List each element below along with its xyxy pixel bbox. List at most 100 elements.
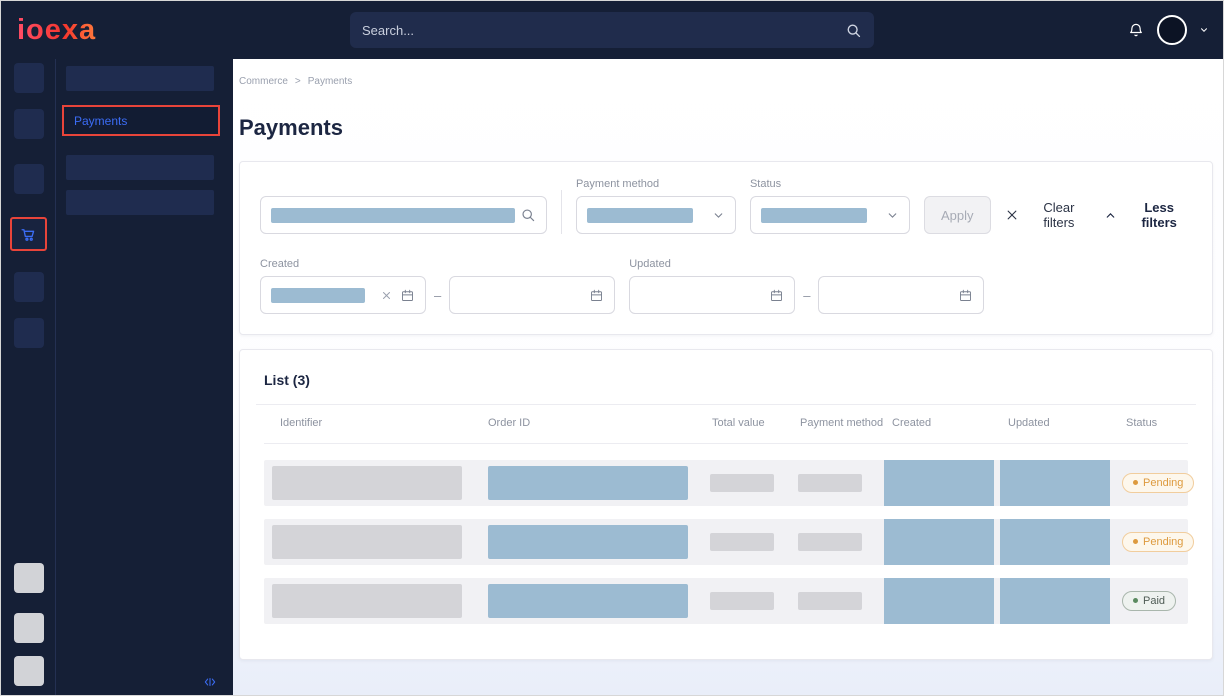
order-id-placeholder	[488, 525, 688, 559]
updated-to-input[interactable]	[818, 276, 984, 314]
created-placeholder	[884, 519, 994, 565]
date-range-dash: –	[434, 288, 441, 303]
status-badge: Pending	[1122, 532, 1194, 552]
clear-filters-button[interactable]: Clear filters	[1005, 196, 1091, 234]
updated-placeholder	[1000, 460, 1110, 506]
identifier-placeholder	[272, 466, 462, 500]
account-menu-button[interactable]	[1199, 25, 1209, 35]
sidebar-item-3[interactable]	[66, 155, 214, 180]
created-to-input[interactable]	[449, 276, 615, 314]
breadcrumb-payments: Payments	[308, 76, 352, 87]
rail-nav-item-6[interactable]	[14, 318, 44, 348]
main-content: Commerce > Payments Payments	[233, 59, 1223, 695]
updated-placeholder	[1000, 578, 1110, 624]
less-filters-button[interactable]: Less filters	[1104, 196, 1192, 234]
status-label: Paid	[1143, 595, 1165, 607]
chevron-down-icon	[712, 209, 725, 222]
collapse-icon	[203, 675, 217, 689]
status-label: Pending	[1143, 536, 1183, 548]
payment-method-label: Payment method	[576, 178, 736, 190]
filter-search-value-placeholder	[271, 208, 515, 223]
status-badge: Paid	[1122, 591, 1176, 611]
search-icon	[845, 22, 862, 39]
rail-nav-item-3[interactable]	[14, 164, 44, 194]
table-row[interactable]: Pending	[264, 519, 1188, 565]
calendar-icon	[958, 288, 973, 303]
search-icon	[520, 207, 536, 223]
column-order-id: Order ID	[480, 417, 704, 431]
status-label: Status	[750, 178, 910, 190]
rail-nav-item-7[interactable]	[14, 563, 44, 593]
rail-nav-item-8[interactable]	[14, 613, 44, 643]
notifications-button[interactable]	[1127, 21, 1145, 39]
sidebar-panel: Payments	[56, 59, 233, 695]
shopping-cart-icon	[19, 225, 38, 244]
identifier-placeholder	[272, 525, 462, 559]
breadcrumb-commerce[interactable]: Commerce	[239, 76, 288, 87]
status-badge: Pending	[1122, 473, 1194, 493]
updated-label: Updated	[629, 258, 984, 270]
updated-placeholder	[1000, 519, 1110, 565]
column-created: Created	[884, 417, 1000, 431]
status-select[interactable]	[750, 196, 910, 234]
global-search-input[interactable]	[362, 23, 845, 38]
order-id-placeholder	[488, 466, 688, 500]
less-filters-label: Less filters	[1126, 200, 1192, 230]
status-value-placeholder	[761, 208, 867, 223]
payment-method-placeholder	[798, 533, 862, 551]
created-placeholder	[884, 460, 994, 506]
sidebar-item-1[interactable]	[66, 66, 214, 91]
chevron-down-icon	[886, 209, 899, 222]
breadcrumb: Commerce > Payments	[239, 59, 1213, 87]
order-id-placeholder	[488, 584, 688, 618]
rail-nav-item-1[interactable]	[14, 63, 44, 93]
topbar: ioexa	[1, 1, 1223, 59]
sidebar-item-payments[interactable]: Payments	[62, 105, 220, 136]
payment-method-select[interactable]	[576, 196, 736, 234]
apply-button[interactable]: Apply	[924, 196, 991, 234]
rail-nav-item-9[interactable]	[14, 656, 44, 686]
column-identifier: Identifier	[264, 417, 480, 431]
bell-icon	[1127, 21, 1145, 39]
app-window: ioexa	[0, 0, 1224, 696]
rail-nav-item-5[interactable]	[14, 272, 44, 302]
avatar[interactable]	[1157, 15, 1187, 45]
updated-from-input[interactable]	[629, 276, 795, 314]
total-value-placeholder	[710, 592, 774, 610]
list-card: List (3) Identifier Order ID Total value…	[239, 349, 1213, 660]
breadcrumb-separator: >	[295, 76, 301, 87]
filters-card: Payment method Status	[239, 161, 1213, 335]
table-row[interactable]: Pending	[264, 460, 1188, 506]
calendar-icon	[769, 288, 784, 303]
global-search[interactable]	[350, 12, 874, 48]
status-label: Pending	[1143, 477, 1183, 489]
created-from-clear-button[interactable]	[381, 290, 392, 301]
payment-method-placeholder	[798, 474, 862, 492]
table-row[interactable]: Paid	[264, 578, 1188, 624]
status-dot-icon	[1133, 480, 1138, 485]
sidebar-item-label: Payments	[74, 114, 127, 128]
status-dot-icon	[1133, 598, 1138, 603]
sidebar-item-4[interactable]	[66, 190, 214, 215]
calendar-icon	[589, 288, 604, 303]
column-payment-method: Payment method	[792, 417, 884, 431]
filter-search-input[interactable]	[260, 196, 547, 234]
caret-down-icon	[1199, 25, 1209, 35]
payment-method-placeholder	[798, 592, 862, 610]
created-from-input[interactable]	[260, 276, 426, 314]
date-range-dash: –	[803, 288, 810, 303]
sidebar-collapse-button[interactable]	[203, 675, 217, 689]
logo[interactable]: ioexa	[17, 14, 96, 47]
x-icon	[1005, 208, 1019, 222]
page-title: Payments	[239, 115, 1213, 141]
column-total-value: Total value	[704, 417, 792, 431]
created-label: Created	[260, 258, 615, 270]
table-header: Identifier Order ID Total value Payment …	[264, 405, 1188, 444]
rail-nav-item-2[interactable]	[14, 109, 44, 139]
created-from-value-placeholder	[271, 288, 365, 303]
rail-nav-item-commerce[interactable]	[10, 217, 47, 251]
calendar-icon	[400, 288, 415, 303]
clear-filters-label: Clear filters	[1028, 200, 1091, 230]
filter-divider	[561, 190, 562, 234]
topbar-actions	[1127, 15, 1223, 45]
